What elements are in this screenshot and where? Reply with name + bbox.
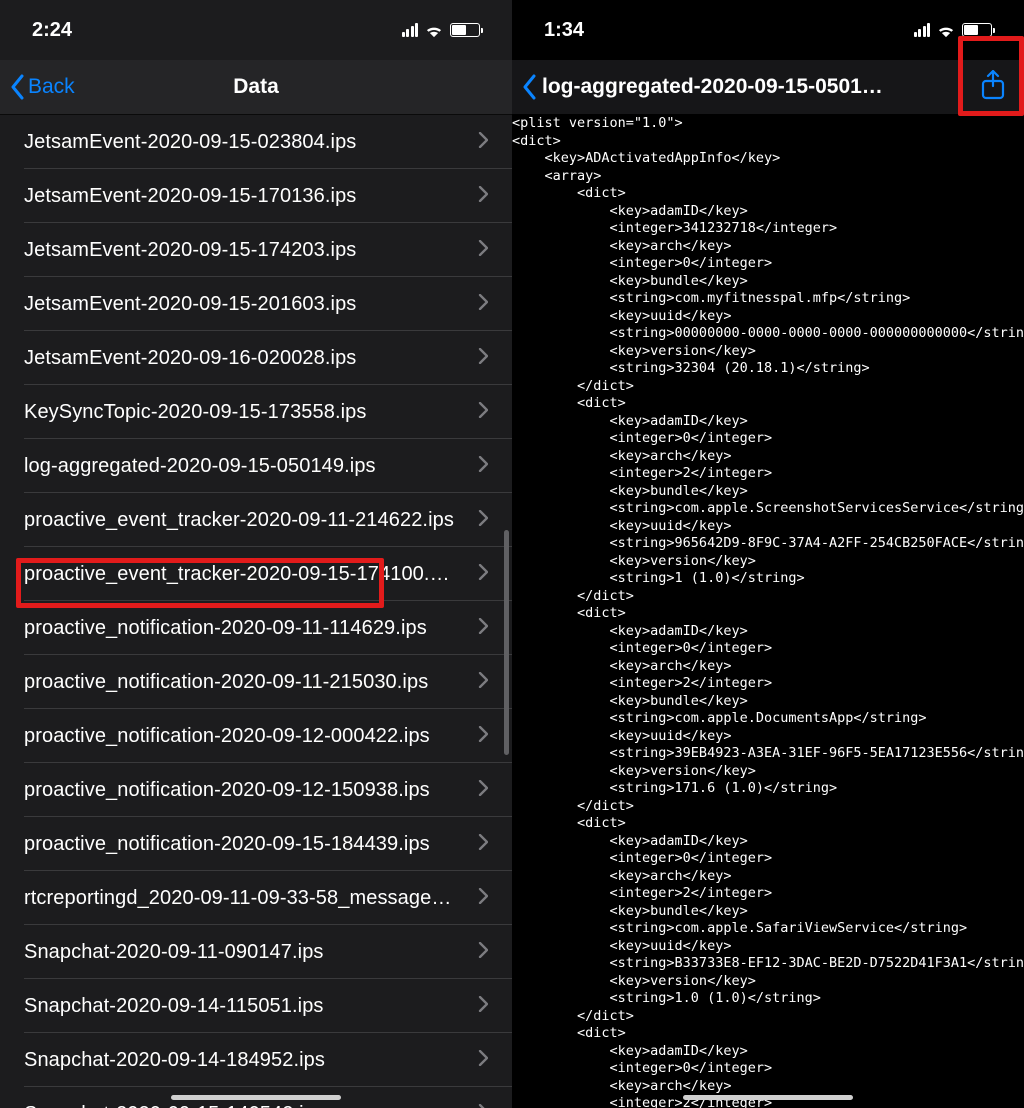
file-row[interactable]: log-aggregated-2020-09-15-050149.ips	[0, 439, 512, 493]
chevron-right-icon	[478, 1050, 488, 1071]
chevron-right-icon	[478, 672, 488, 693]
file-row[interactable]: Snapchat-2020-09-14-115051.ips	[0, 979, 512, 1033]
file-name: JetsamEvent-2020-09-15-201603.ips	[24, 293, 356, 316]
file-name: proactive_notification-2020-09-15-184439…	[24, 833, 430, 856]
file-content[interactable]: <plist version="1.0"> <dict> <key>ADActi…	[512, 115, 1024, 1108]
chevron-right-icon	[478, 618, 488, 639]
file-row[interactable]: proactive_event_tracker-2020-09-11-21462…	[0, 493, 512, 547]
chevron-right-icon	[478, 456, 488, 477]
file-row[interactable]: proactive_event_tracker-2020-09-15-17410…	[0, 547, 512, 601]
file-name: KeySyncTopic-2020-09-15-173558.ips	[24, 401, 367, 424]
battery-icon	[962, 23, 992, 37]
chevron-right-icon	[478, 834, 488, 855]
file-name: proactive_event_tracker-2020-09-11-21462…	[24, 509, 454, 532]
chevron-right-icon	[478, 510, 488, 531]
wifi-icon	[936, 23, 956, 38]
cellular-icon	[402, 23, 419, 37]
file-name: JetsamEvent-2020-09-15-174203.ips	[24, 239, 356, 262]
file-name: proactive_event_tracker-2020-09-15-17410…	[24, 563, 454, 586]
file-name: JetsamEvent-2020-09-15-023804.ips	[24, 131, 356, 154]
file-name: Snapchat-2020-09-14-184952.ips	[24, 1049, 325, 1072]
scroll-indicator[interactable]	[504, 530, 509, 755]
file-row[interactable]: JetsamEvent-2020-09-15-170136.ips	[0, 169, 512, 223]
cellular-icon	[914, 23, 931, 37]
chevron-back-icon	[10, 74, 26, 100]
chevron-right-icon	[478, 726, 488, 747]
file-name: log-aggregated-2020-09-15-050149.ips	[24, 455, 376, 478]
page-title: Data	[0, 75, 512, 99]
chevron-right-icon	[478, 348, 488, 369]
back-label: Back	[28, 75, 75, 99]
status-icons	[914, 23, 993, 38]
share-button[interactable]	[970, 64, 1024, 111]
chevron-right-icon	[478, 888, 488, 909]
file-name: JetsamEvent-2020-09-15-170136.ips	[24, 185, 356, 208]
file-row[interactable]: JetsamEvent-2020-09-15-201603.ips	[0, 277, 512, 331]
file-row[interactable]: proactive_notification-2020-09-11-114629…	[0, 601, 512, 655]
left-phone-screen: 2:24 Back Data JetsamEvent-2020-09-15-02…	[0, 0, 512, 1108]
status-time: 2:24	[32, 19, 72, 42]
chevron-right-icon	[478, 294, 488, 315]
file-list: JetsamEvent-2020-09-15-023804.ips JetsamE…	[0, 115, 512, 1108]
chevron-right-icon	[478, 942, 488, 963]
back-button[interactable]	[512, 74, 538, 100]
status-bar: 2:24	[0, 0, 512, 60]
file-name: proactive_notification-2020-09-12-000422…	[24, 725, 430, 748]
file-row[interactable]: proactive_notification-2020-09-12-000422…	[0, 709, 512, 763]
right-phone-screen: 1:34 log-aggregated-2020-09-15-0501… <pl…	[512, 0, 1024, 1108]
nav-header: Back Data	[0, 60, 512, 115]
home-indicator[interactable]	[171, 1095, 341, 1100]
chevron-right-icon	[478, 1104, 488, 1108]
file-name: Snapchat-2020-09-11-090147.ips	[24, 941, 324, 964]
chevron-right-icon	[478, 186, 488, 207]
status-icons	[402, 23, 481, 38]
status-bar: 1:34	[512, 0, 1024, 60]
chevron-right-icon	[478, 240, 488, 261]
wifi-icon	[424, 23, 444, 38]
file-row[interactable]: Snapchat-2020-09-14-184952.ips	[0, 1033, 512, 1087]
share-icon	[980, 70, 1006, 100]
file-row[interactable]: JetsamEvent-2020-09-16-020028.ips	[0, 331, 512, 385]
file-name: proactive_notification-2020-09-11-215030…	[24, 671, 428, 694]
nav-header: log-aggregated-2020-09-15-0501…	[512, 60, 1024, 115]
doc-title: log-aggregated-2020-09-15-0501…	[538, 75, 970, 99]
chevron-right-icon	[478, 780, 488, 801]
file-row[interactable]: JetsamEvent-2020-09-15-023804.ips	[0, 115, 512, 169]
file-row[interactable]: proactive_notification-2020-09-15-184439…	[0, 817, 512, 871]
chevron-back-icon	[522, 74, 538, 100]
home-indicator[interactable]	[683, 1095, 853, 1100]
status-time: 1:34	[544, 19, 584, 42]
file-row[interactable]: Snapchat-2020-09-11-090147.ips	[0, 925, 512, 979]
chevron-right-icon	[478, 402, 488, 423]
file-row[interactable]: JetsamEvent-2020-09-15-174203.ips	[0, 223, 512, 277]
file-row[interactable]: rtcreportingd_2020-09-11-09-33-58_messag…	[0, 871, 512, 925]
file-name: rtcreportingd_2020-09-11-09-33-58_messag…	[24, 887, 454, 910]
back-button[interactable]: Back	[0, 74, 75, 100]
file-name: proactive_notification-2020-09-11-114629…	[24, 617, 427, 640]
file-name: proactive_notification-2020-09-12-150938…	[24, 779, 430, 802]
chevron-right-icon	[478, 132, 488, 153]
file-row[interactable]: proactive_notification-2020-09-12-150938…	[0, 763, 512, 817]
file-name: JetsamEvent-2020-09-16-020028.ips	[24, 347, 356, 370]
file-name: Snapchat-2020-09-15-140542.ips	[24, 1103, 325, 1108]
file-row[interactable]: proactive_notification-2020-09-11-215030…	[0, 655, 512, 709]
chevron-right-icon	[478, 564, 488, 585]
battery-icon	[450, 23, 480, 37]
file-row[interactable]: KeySyncTopic-2020-09-15-173558.ips	[0, 385, 512, 439]
chevron-right-icon	[478, 996, 488, 1017]
file-name: Snapchat-2020-09-14-115051.ips	[24, 995, 324, 1018]
